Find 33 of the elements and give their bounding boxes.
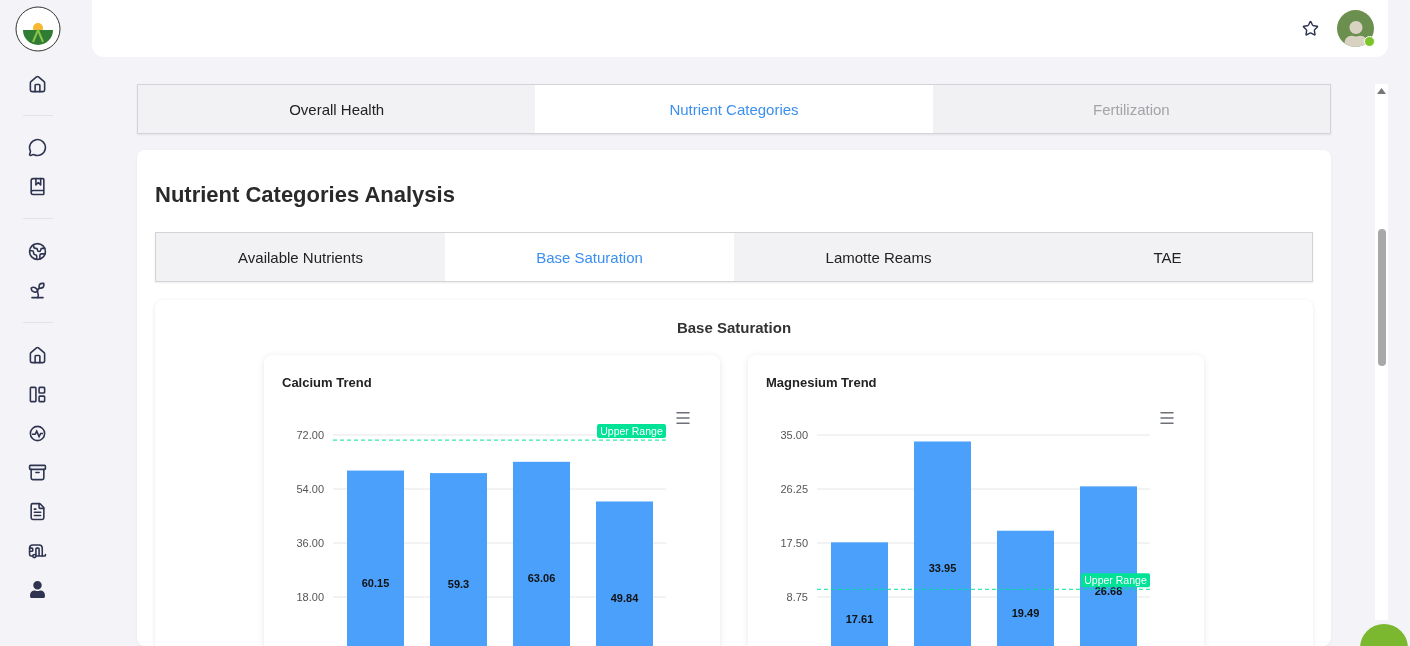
scrollbar[interactable] [1375,84,1388,620]
chart-title: Calcium Trend [281,374,373,392]
menu-icon[interactable] [674,410,692,426]
data-label: 60.15 [361,576,390,589]
logo-icon[interactable] [14,6,61,52]
scrollbar-thumb[interactable] [1377,229,1386,366]
avatar[interactable] [1337,10,1374,47]
data-label: 33.95 [928,562,957,575]
data-label: 17.61 [845,612,874,625]
axis-tick-label: 36.00 [296,537,324,549]
favorite-icon[interactable] [1302,20,1319,37]
panel-title: Base Saturation [675,319,793,336]
tab[interactable]: Overall Health [138,85,536,133]
chart-title: Magnesium Trend [765,374,878,392]
menu-icon[interactable] [1158,410,1176,426]
tab[interactable]: Lamotte Reams [734,233,1023,281]
reference-line-label: Upper Range [597,424,666,439]
axis-tick-label: 17.50 [780,537,808,549]
section-title: Nutrient Categories Analysis [155,182,456,208]
data-label: 59.3 [447,578,470,591]
reference-line-label: Upper Range [1081,573,1150,588]
tab[interactable]: TAE [1023,233,1312,281]
axis-tick-label: 72.00 [296,429,324,441]
data-label: 19.49 [1011,606,1040,619]
axis-tick-label: 18.00 [296,591,324,603]
tab[interactable]: Available Nutrients [156,233,445,281]
axis-tick-label: 54.00 [296,483,324,495]
data-label: 63.06 [527,572,556,585]
scroll-up-icon[interactable] [1377,88,1386,94]
axis-tick-label: 35.00 [780,429,808,441]
axis-tick-label: 8.75 [786,591,808,603]
axis-tick-label: 26.25 [780,483,808,495]
data-label: 49.84 [610,592,639,605]
